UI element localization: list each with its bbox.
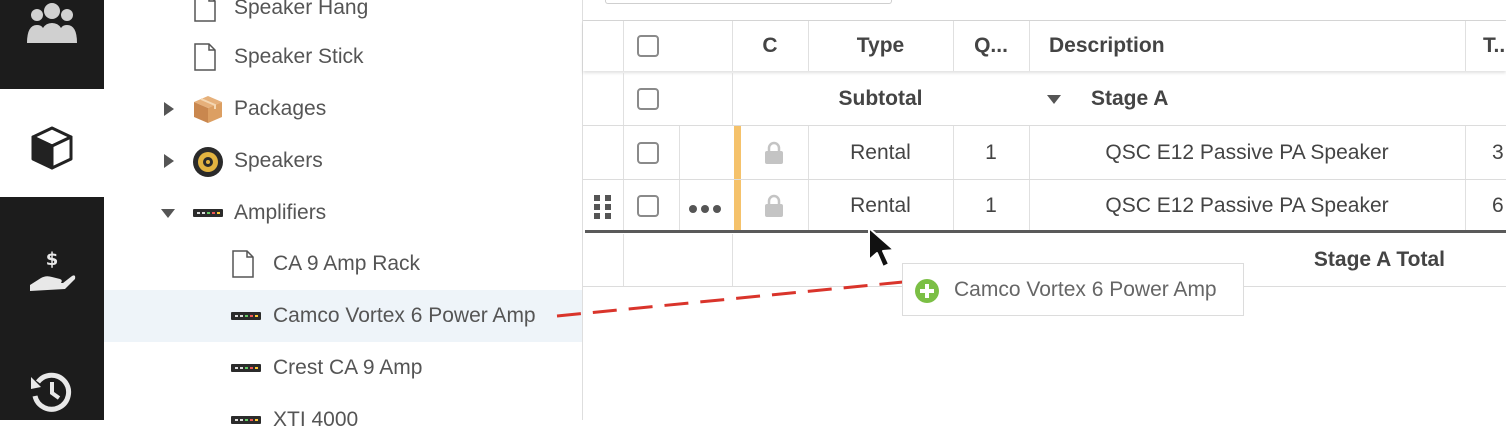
mouse-cursor-icon: [868, 227, 895, 268]
drag-ghost-label: Camco Vortex 6 Power Amp: [954, 277, 1217, 301]
add-circle-icon: [915, 279, 939, 303]
drag-path-line: [556, 280, 904, 318]
drag-ghost: Camco Vortex 6 Power Amp: [902, 263, 1244, 316]
drag-path-overlay: [556, 280, 904, 318]
